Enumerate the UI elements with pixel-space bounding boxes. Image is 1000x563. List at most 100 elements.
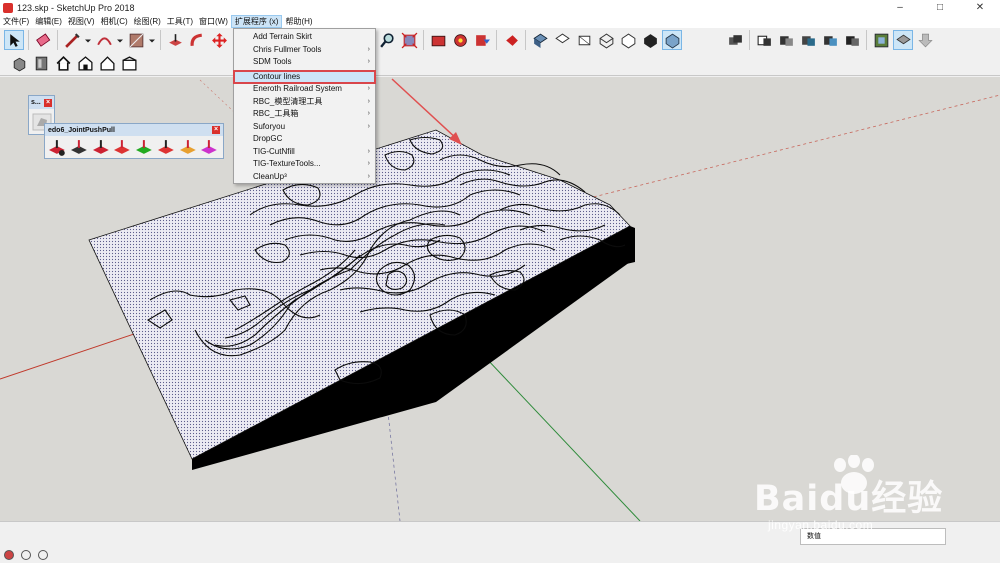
jpp-tool-1-icon[interactable] [47,138,67,158]
layer-tool-4-icon[interactable] [798,30,818,50]
eraser-tool-icon[interactable] [33,30,53,50]
submenu-arrow-icon: › [367,85,370,92]
materials-icon[interactable] [31,53,51,73]
shape-tool-icon[interactable] [126,30,146,50]
home-view-icon[interactable] [53,53,73,73]
warehouse-icon[interactable] [75,53,95,73]
watermark-url: jingyan.baidu.com [768,518,874,532]
menu-item-label: RBC_模型清理工具 [253,96,323,106]
menu-item-eneroth-railroad-system[interactable]: Eneroth Railroad System › [234,83,375,96]
ext-tool-4-icon[interactable] [501,30,521,50]
menu-tools[interactable]: 工具(T) [164,15,196,28]
watermark-logo-text: Baidu经验 [754,479,944,519]
help-icon[interactable] [38,550,48,560]
joint-push-pull-header[interactable]: edo6_JointPushPull × [45,124,223,136]
menu-window[interactable]: 窗口(W) [196,15,231,28]
menu-help[interactable]: 帮助(H) [282,15,315,28]
menu-item-sdm-tools[interactable]: SDM Tools › [234,56,375,69]
main-toolbar [3,30,252,50]
follow-me-tool-icon[interactable] [187,30,207,50]
jpp-tool-4-icon[interactable] [112,138,132,158]
menu-draw[interactable]: 绘图(R) [131,15,164,28]
credits-icon[interactable] [21,550,31,560]
jpp-tool-5-icon[interactable] [134,138,154,158]
jpp-tool-3-icon[interactable] [91,138,111,158]
jpp-tool-8-icon[interactable] [199,138,219,158]
menu-item-label: RBC_工具箱 [253,109,299,118]
hidden-line-icon[interactable] [618,30,638,50]
ext-tool-2-icon[interactable] [450,30,470,50]
layer-tool-2-icon[interactable] [754,30,774,50]
sketchup-logo-icon [3,2,13,13]
menu-item-tig-texturetools[interactable]: TIG-TextureTools... › [234,158,375,171]
zoom-icon[interactable] [377,30,397,50]
layer-tool-1-icon[interactable] [725,30,745,50]
panel-small-close-icon[interactable]: × [44,98,52,107]
ext-tool-3-icon[interactable] [472,30,492,50]
menu-item-dropgc[interactable]: DropGC [234,133,375,146]
components-icon[interactable] [9,53,29,73]
shaded-textures-icon[interactable] [662,30,682,50]
menu-view[interactable]: 视图(V) [65,15,98,28]
move-tool-icon[interactable] [209,30,229,50]
menu-edit[interactable]: 编辑(E) [32,15,65,28]
arc-dropdown-icon[interactable] [116,30,124,50]
jpp-tool-6-icon[interactable] [156,138,176,158]
jpp-tool-2-icon[interactable] [69,138,89,158]
shaded-icon[interactable] [640,30,660,50]
line-dropdown-icon[interactable] [84,30,92,50]
section-plane-icon[interactable] [530,30,550,50]
submenu-arrow-icon: › [367,122,370,130]
camera-toolbar [376,30,683,50]
xray-icon[interactable] [574,30,594,50]
extension-warehouse-icon[interactable] [119,53,139,73]
menu-item-rbc-cleanup[interactable]: RBC_模型清理工具 › [234,96,375,109]
submenu-arrow-icon: › [367,147,370,155]
minimize-button[interactable]: – [880,0,920,15]
menu-extensions[interactable]: 扩展程序 (x) [230,15,283,28]
menu-item-tig-cutnfill[interactable]: TIG-CutNfill › [234,146,375,159]
geo-location-icon[interactable] [4,550,14,560]
layer-tool-5-icon[interactable] [820,30,840,50]
menu-item-add-terrain-skirt[interactable]: Add Terrain Skirt [234,31,375,44]
menu-item-rbc-toolbox[interactable]: RBC_工具箱 › [234,108,375,121]
menu-item-label: Chris Fullmer Tools [253,44,322,54]
close-button[interactable]: ✕ [960,0,1000,15]
views-toolbar [8,53,140,73]
menu-item-cleanup3[interactable]: CleanUp³ › [234,171,375,184]
joint-push-pull-close-icon[interactable]: × [212,126,220,134]
menu-item-suforyou[interactable]: Suforyou › [234,121,375,134]
select-tool-icon[interactable] [4,30,24,50]
submenu-arrow-icon: › [367,172,370,180]
panel-small-header[interactable]: s... × [29,96,54,109]
title-bar: 123.skp - SketchUp Pro 2018 – □ ✕ [0,0,1000,15]
layer-tool-6-icon[interactable] [842,30,862,50]
download-tool-icon[interactable] [915,30,935,50]
joint-push-pull-tools [45,136,223,160]
push-pull-tool-icon[interactable] [165,30,185,50]
layer-tool-3-icon[interactable] [776,30,796,50]
arc-tool-icon[interactable] [94,30,114,50]
submenu-arrow-icon: › [367,97,370,105]
maximize-button[interactable]: □ [920,0,960,15]
jpp-tool-7-icon[interactable] [178,138,198,158]
joint-push-pull-panel[interactable]: edo6_JointPushPull × [44,123,224,159]
extensions-menu: Add Terrain Skirt Chris Fullmer Tools › S… [233,28,376,184]
ext-tool-1-icon[interactable] [428,30,448,50]
menu-file[interactable]: 文件(F) [0,15,32,28]
face-style-icon[interactable] [552,30,572,50]
menu-item-contour-lines[interactable]: Contour lines [233,69,376,84]
sandbox-tool-icon[interactable] [871,30,891,50]
menu-bar: 文件(F) 编辑(E) 视图(V) 相机(C) 绘图(R) 工具(T) 窗口(W… [0,15,1000,28]
terrain-tool-icon[interactable] [893,30,913,50]
shape-dropdown-icon[interactable] [148,30,156,50]
menu-camera[interactable]: 相机(C) [98,15,131,28]
wireframe-icon[interactable] [596,30,616,50]
menu-item-label: SDM Tools [253,57,292,66]
zoom-extents-icon[interactable] [399,30,419,50]
house-outline-icon[interactable] [97,53,117,73]
submenu-arrow-icon: › [367,45,370,53]
menu-item-chris-fullmer-tools[interactable]: Chris Fullmer Tools › [234,44,375,57]
menu-item-label: Add Terrain Skirt [253,32,312,41]
line-tool-icon[interactable] [62,30,82,50]
